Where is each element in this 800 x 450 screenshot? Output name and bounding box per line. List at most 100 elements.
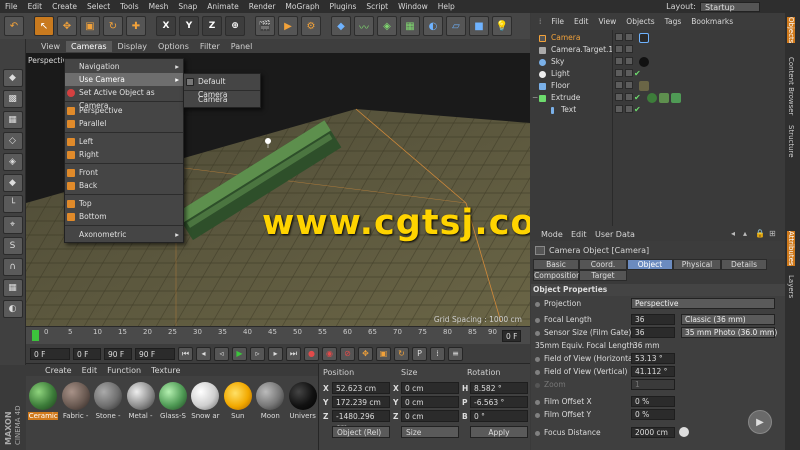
menu-create[interactable]: Create bbox=[47, 2, 82, 11]
enabled-check-icon[interactable]: ✔ bbox=[634, 68, 641, 80]
film-offset-y-field[interactable]: 0 % bbox=[631, 409, 675, 420]
viewport-menu-cameras[interactable]: Cameras bbox=[65, 40, 112, 52]
render-picture-viewer-icon[interactable]: ▶ bbox=[278, 16, 298, 36]
menu-perspective[interactable]: Perspective bbox=[65, 104, 183, 117]
axis-mode-icon[interactable]: └ bbox=[2, 195, 23, 213]
cube-icon[interactable]: ◆ bbox=[331, 16, 351, 36]
attr-tab-details[interactable]: Details bbox=[721, 259, 767, 270]
menu-file[interactable]: File bbox=[0, 2, 23, 11]
next-keyframe-icon[interactable]: ▸ bbox=[268, 346, 283, 361]
timeline-ruler[interactable]: 0 5 10 15 20 25 30 35 40 45 50 55 60 65 … bbox=[26, 326, 530, 344]
viewport-menu-view[interactable]: View bbox=[36, 41, 65, 52]
object-row-sky[interactable]: Sky bbox=[531, 56, 785, 68]
pick-focus-icon[interactable] bbox=[679, 427, 689, 437]
projection-dropdown[interactable]: Perspective bbox=[631, 298, 775, 309]
menu-mesh[interactable]: Mesh bbox=[144, 2, 174, 11]
x-axis-icon[interactable]: X bbox=[156, 16, 176, 36]
timeline-menu-icon[interactable]: ≡ bbox=[448, 346, 463, 361]
live-selection-icon[interactable]: ↖ bbox=[34, 16, 54, 36]
menu-front[interactable]: Front bbox=[65, 166, 183, 179]
prev-keyframe-icon[interactable]: ◂ bbox=[196, 346, 211, 361]
attr-nav-up-icon[interactable]: ▴ bbox=[743, 229, 747, 238]
animate-dot-icon[interactable] bbox=[535, 302, 540, 307]
render-settings-icon[interactable]: ⚙ bbox=[301, 16, 321, 36]
attr-tab-basic[interactable]: Basic bbox=[533, 259, 579, 270]
position-z-field[interactable]: -1480.296 cm bbox=[332, 410, 390, 432]
current-frame-field[interactable]: 0 F bbox=[73, 347, 101, 360]
menu-top[interactable]: Top bbox=[65, 197, 183, 210]
size-mode-dropdown[interactable]: Size bbox=[401, 426, 459, 438]
y-axis-icon[interactable]: Y bbox=[179, 16, 199, 36]
animate-dot-icon[interactable] bbox=[535, 357, 540, 362]
menu-right[interactable]: Right bbox=[65, 148, 183, 161]
attr-menu-user-data[interactable]: User Data bbox=[595, 230, 635, 239]
z-axis-icon[interactable]: Z bbox=[202, 16, 222, 36]
material-tag-icon[interactable] bbox=[647, 93, 657, 103]
material-moon[interactable]: Moon bbox=[255, 382, 285, 420]
rotation-p-field[interactable]: -6.563 ° bbox=[470, 396, 528, 408]
attr-new-icon[interactable]: ⊞ bbox=[769, 229, 776, 238]
viewport-menu-display[interactable]: Display bbox=[113, 41, 153, 52]
object-row-extrude[interactable]: − Extrude ✔ bbox=[531, 92, 785, 104]
focus-distance-field[interactable]: 2000 cm bbox=[631, 427, 675, 438]
max-frame-field[interactable]: 90 F bbox=[104, 347, 132, 360]
menu-snap[interactable]: Snap bbox=[173, 2, 202, 11]
film-offset-x-field[interactable]: 0 % bbox=[631, 396, 675, 407]
menu-left[interactable]: Left bbox=[65, 135, 183, 148]
viewport-menu-filter[interactable]: Filter bbox=[195, 41, 225, 52]
rotate-tool-icon[interactable]: ↻ bbox=[103, 16, 123, 36]
animate-dot-icon[interactable] bbox=[535, 431, 540, 436]
menu-edit[interactable]: Edit bbox=[23, 2, 48, 11]
render-view-icon[interactable]: 🎬 bbox=[255, 16, 275, 36]
object-row-camera[interactable]: Camera bbox=[531, 32, 785, 44]
record-rotation-icon[interactable]: ↻ bbox=[394, 346, 409, 361]
material-snow[interactable]: Snow ar bbox=[190, 382, 220, 420]
attr-tab-coord[interactable]: Coord. bbox=[579, 259, 627, 270]
autokeying-icon[interactable]: ◉ bbox=[322, 346, 337, 361]
object-menu-file[interactable]: File bbox=[547, 17, 568, 26]
material-sun[interactable]: Sun bbox=[223, 382, 253, 420]
material-tag-icon[interactable] bbox=[639, 57, 649, 67]
side-tab-content-browser[interactable]: Content Browser bbox=[787, 57, 795, 115]
side-tab-structure[interactable]: Structure bbox=[787, 125, 795, 158]
object-menu-tags[interactable]: Tags bbox=[661, 17, 686, 26]
animate-dot-icon[interactable] bbox=[535, 318, 540, 323]
visibility-flags[interactable] bbox=[615, 81, 633, 89]
floor-icon[interactable]: ▱ bbox=[446, 16, 466, 36]
record-active-objects-icon[interactable]: ● bbox=[304, 346, 319, 361]
position-x-field[interactable]: 52.623 cm bbox=[332, 382, 390, 394]
material-menu-function[interactable]: Function bbox=[102, 366, 146, 375]
end-frame-field[interactable]: 90 F bbox=[135, 347, 175, 360]
material-menu-edit[interactable]: Edit bbox=[77, 366, 103, 375]
rotation-h-field[interactable]: 8.582 ° bbox=[470, 382, 528, 394]
attr-tab-target[interactable]: Target bbox=[579, 270, 627, 281]
next-frame-icon[interactable]: ▹ bbox=[250, 346, 265, 361]
array-icon[interactable]: ▦ bbox=[400, 16, 420, 36]
material-menu-create[interactable]: Create bbox=[40, 366, 77, 375]
pen-spline-icon[interactable]: 〰 bbox=[354, 16, 374, 36]
menu-back[interactable]: Back bbox=[65, 179, 183, 192]
menu-parallel[interactable]: Parallel bbox=[65, 117, 183, 130]
fov-horizontal-field[interactable]: 53.13 ° bbox=[631, 353, 675, 364]
attr-tab-physical[interactable]: Physical bbox=[673, 259, 721, 270]
scale-tool-icon[interactable]: ▣ bbox=[80, 16, 100, 36]
material-metal[interactable]: Metal - bbox=[125, 382, 155, 420]
side-tab-layers[interactable]: Layers bbox=[787, 275, 795, 298]
object-menu-edit[interactable]: Edit bbox=[570, 17, 593, 26]
attr-nav-back-icon[interactable]: ◂ bbox=[731, 229, 735, 238]
material-tag-icon[interactable] bbox=[671, 93, 681, 103]
sensor-size-preset[interactable]: 35 mm Photo (36.0 mm) bbox=[681, 327, 777, 338]
subdivision-icon[interactable]: ◈ bbox=[377, 16, 397, 36]
material-tag-icon[interactable] bbox=[659, 93, 669, 103]
menu-axonometric[interactable]: Axonometric ▸ bbox=[65, 228, 183, 241]
undo-icon[interactable]: ↶ bbox=[4, 16, 24, 36]
create-tool-icon[interactable]: ✚ bbox=[126, 16, 146, 36]
start-frame-field[interactable]: 0 F bbox=[30, 347, 70, 360]
menu-plugins[interactable]: Plugins bbox=[324, 2, 361, 11]
menu-use-camera[interactable]: Use Camera ▸ bbox=[65, 73, 183, 86]
menu-script[interactable]: Script bbox=[361, 2, 393, 11]
grid-icon[interactable]: ▦ bbox=[2, 279, 23, 297]
enabled-check-icon[interactable]: ✔ bbox=[634, 104, 641, 116]
attr-lock-icon[interactable]: 🔒 bbox=[755, 229, 765, 238]
sculpt-icon[interactable]: ◐ bbox=[2, 300, 23, 318]
